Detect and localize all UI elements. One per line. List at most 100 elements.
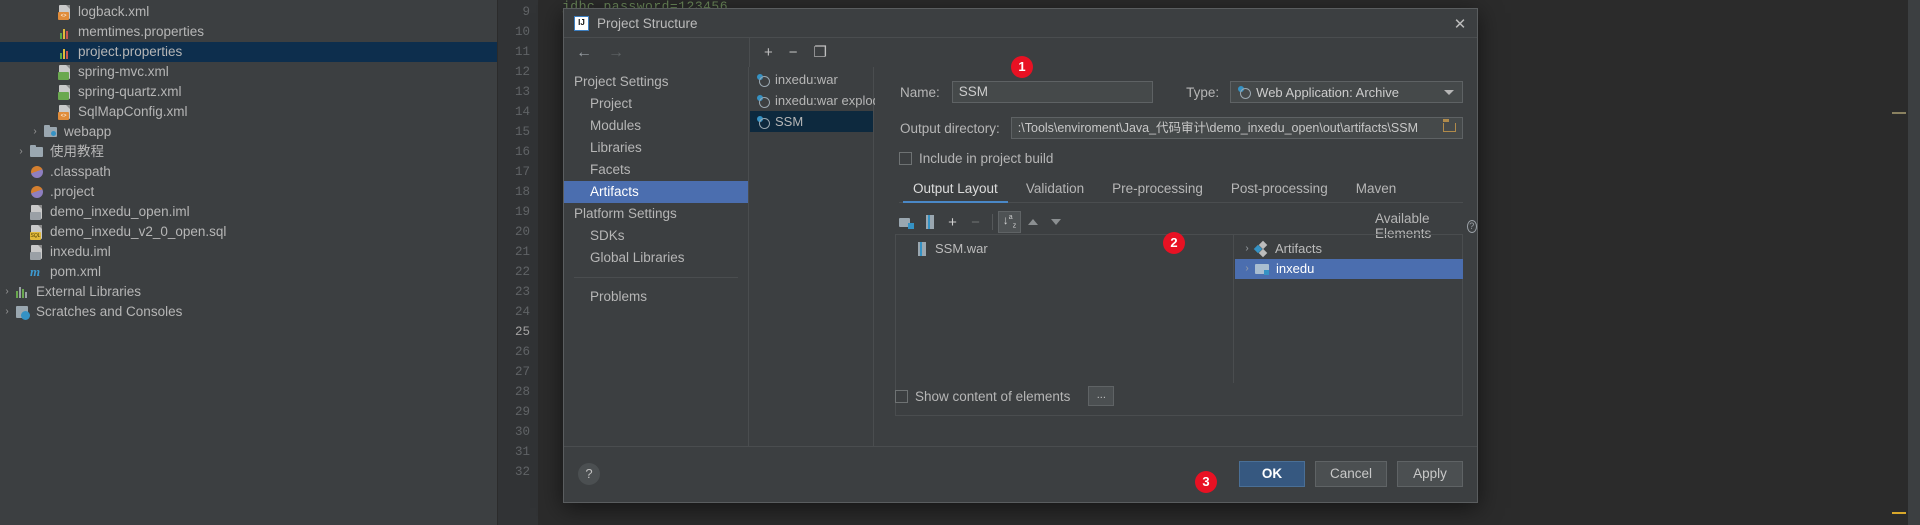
tab-pre-processing[interactable]: Pre-processing [1098, 181, 1217, 202]
project-tree-row[interactable]: project.properties [0, 42, 497, 62]
war-archive-icon [915, 242, 929, 256]
close-icon[interactable]: ✕ [1453, 17, 1467, 32]
project-tree-row[interactable]: › Scratches and Consoles [0, 302, 497, 322]
move-up-icon[interactable] [1021, 211, 1044, 233]
ellipsis-button[interactable]: ... [1088, 386, 1115, 406]
remove-element-icon[interactable]: − [964, 211, 987, 233]
tree-row[interactable]: › inxedu [1235, 259, 1463, 279]
forward-arrow-icon[interactable]: → [608, 44, 624, 61]
expand-arrow-icon[interactable]: › [14, 142, 28, 162]
expand-arrow-icon[interactable]: › [0, 302, 14, 322]
expand-arrow-icon[interactable]: › [28, 122, 42, 142]
iml-file-icon [28, 204, 45, 220]
properties-file-icon [56, 24, 73, 40]
expand-arrow-icon[interactable]: › [1239, 239, 1255, 259]
add-artifact-icon[interactable]: + [764, 45, 773, 60]
settings-tree-item[interactable]: Libraries [564, 137, 748, 159]
tab-validation[interactable]: Validation [1012, 181, 1098, 202]
apply-button[interactable]: Apply [1397, 461, 1463, 487]
settings-tree-item[interactable]: Modules [564, 115, 748, 137]
help-question-icon[interactable]: ? [1466, 219, 1477, 233]
gutter-line-number: 30 [514, 425, 530, 439]
screen-root: jdbc.password=123456 9 10 11 12 13 14 15 16 17 18… [0, 0, 1920, 525]
artifact-type-select[interactable]: Web Application: Archive [1230, 81, 1463, 103]
project-tree-label: 使用教程 [50, 144, 104, 159]
settings-tree-item[interactable]: Global Libraries [564, 247, 748, 269]
gutter-line-number: 10 [514, 25, 530, 39]
web-archive-icon [1237, 85, 1252, 99]
settings-tree-item[interactable]: Project [564, 93, 748, 115]
show-content-checkbox[interactable] [895, 389, 908, 403]
project-tool-window[interactable]: <> logback.xml memtimes.properties project.… [0, 0, 498, 525]
project-tree-row[interactable]: SQL demo_inxedu_v2_0_open.sql [0, 222, 497, 242]
project-tree-row[interactable]: <> SqlMapConfig.xml [0, 102, 497, 122]
help-button[interactable]: ? [578, 463, 600, 485]
artifacts-icon [1253, 240, 1269, 258]
add-directory-icon[interactable] [895, 211, 918, 233]
settings-tree-item[interactable]: Facets [564, 159, 748, 181]
add-element-icon[interactable]: + [941, 211, 964, 233]
minimap-mark [1892, 112, 1906, 114]
tab-output-layout[interactable]: Output Layout [899, 181, 1012, 203]
artifact-name-input[interactable]: SSM [951, 81, 1154, 103]
ok-button[interactable]: OK [1238, 461, 1305, 487]
include-in-build-row[interactable]: Include in project build [899, 151, 1053, 166]
tab-post-processing[interactable]: Post-processing [1217, 181, 1342, 202]
editor-scrollbar-strip[interactable] [1908, 0, 1920, 525]
minimap-mark [1892, 512, 1906, 514]
project-tree-row[interactable]: demo_inxedu_open.iml [0, 202, 497, 222]
project-tree-row[interactable]: spring-mvc.xml [0, 62, 497, 82]
tree-row[interactable]: › Artifacts [1235, 239, 1463, 259]
include-in-build-label: Include in project build [919, 151, 1054, 166]
back-arrow-icon[interactable]: ← [576, 44, 592, 61]
available-elements-tree[interactable]: › Artifacts › inxedu [1235, 239, 1463, 279]
project-tree-row[interactable]: m pom.xml [0, 262, 497, 282]
gutter-line-number: 22 [514, 265, 530, 279]
remove-artifact-icon[interactable]: − [789, 45, 798, 60]
tab-maven[interactable]: Maven [1342, 181, 1411, 202]
gutter-line-number: 27 [514, 365, 530, 379]
artifact-list[interactable]: inxedu:war inxedu:war exploded SSM [750, 67, 894, 456]
project-tree-row[interactable]: inxedu.iml [0, 242, 497, 262]
settings-tree-item[interactable]: SDKs [564, 225, 748, 247]
browse-folder-icon[interactable] [1442, 119, 1458, 134]
settings-tree-item: Platform Settings [574, 206, 677, 221]
project-tree-label: SqlMapConfig.xml [78, 104, 188, 119]
artifact-list-item[interactable]: SSM [750, 111, 873, 132]
folder-icon [28, 144, 45, 160]
dialog-body: ← → + − ❐ Project Settings Project Modules… [564, 38, 1477, 478]
project-tree-row[interactable]: › 使用教程 [0, 142, 497, 162]
sort-alphabetically-icon[interactable]: ↓az [998, 211, 1021, 233]
project-tree-row[interactable]: <> logback.xml [0, 2, 497, 22]
project-tree-row[interactable]: › webapp [0, 122, 497, 142]
move-down-icon[interactable] [1044, 211, 1067, 233]
add-archive-icon[interactable] [918, 211, 941, 233]
tree-row-label: inxedu [1276, 261, 1315, 276]
dialog-footer: ? OK Cancel Apply [564, 446, 1477, 502]
expand-arrow-icon[interactable]: › [0, 282, 14, 302]
settings-tree-item[interactable]: Artifacts [564, 181, 748, 203]
output-directory-input[interactable]: :\Tools\enviroment\Java_代码审计\demo_inxedu… [1010, 117, 1463, 139]
chevron-down-icon [1444, 90, 1454, 95]
artifact-list-item[interactable]: inxedu:war exploded [750, 90, 894, 111]
project-tree-label: inxedu.iml [50, 244, 111, 259]
artifact-tabs[interactable]: Output Layout Validation Pre-processing Pos… [899, 177, 1463, 203]
project-tree-row[interactable]: .classpath [0, 162, 497, 182]
settings-tree-item[interactable]: Problems [564, 286, 748, 308]
show-content-row[interactable]: Show content of elements ... [895, 386, 1115, 406]
project-tree-row[interactable]: memtimes.properties [0, 22, 497, 42]
gutter-line-number: 16 [514, 145, 530, 159]
output-directory-value: :\Tools\enviroment\Java_代码审计\demo_inxedu… [1017, 121, 1418, 135]
cancel-button[interactable]: Cancel [1314, 461, 1387, 487]
project-tree-row[interactable]: .project [0, 182, 497, 202]
copy-artifact-icon[interactable]: ❐ [814, 45, 827, 60]
artifact-list-item[interactable]: inxedu:war [750, 69, 873, 90]
project-tree-label: External Libraries [36, 284, 142, 299]
callout-badge-1: 1 [1011, 56, 1033, 78]
settings-tree[interactable]: Project Settings Project Modules Libraries F… [564, 67, 749, 478]
project-tree-row[interactable]: spring-quartz.xml [0, 82, 497, 102]
include-in-build-checkbox[interactable] [899, 152, 912, 165]
project-tree-row[interactable]: › External Libraries [0, 282, 497, 302]
callout-badge-3: 3 [1195, 471, 1217, 493]
expand-arrow-icon[interactable]: › [1239, 259, 1255, 279]
